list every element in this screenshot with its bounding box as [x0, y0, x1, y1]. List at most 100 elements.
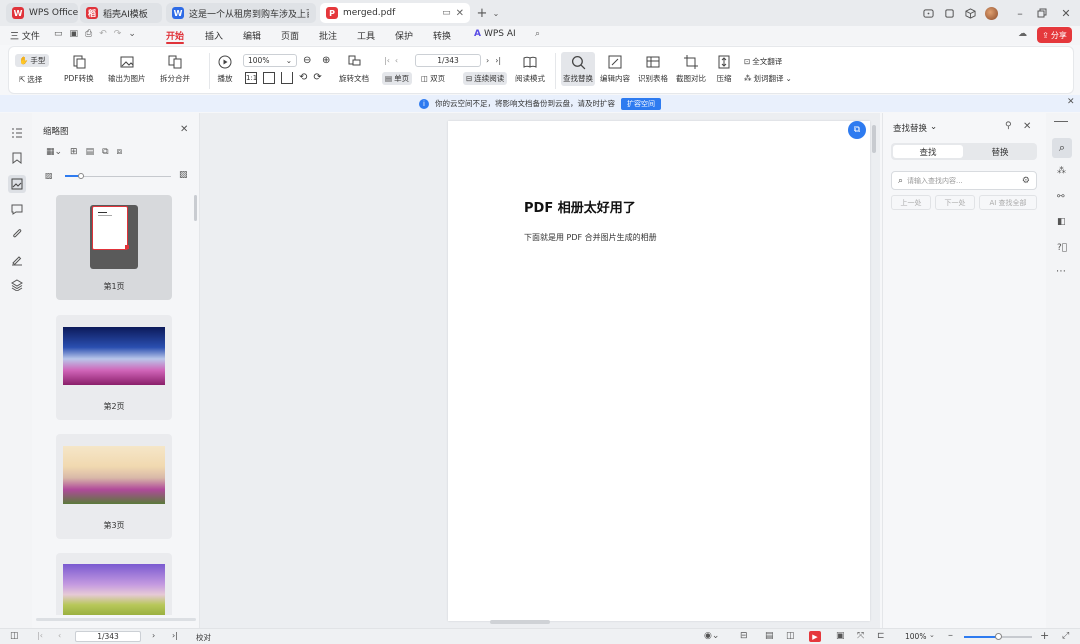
pin-icon[interactable]: ⚲	[1005, 121, 1012, 131]
play-button[interactable]: 播放	[216, 53, 234, 84]
split-merge-button[interactable]: 拆分合并	[160, 53, 190, 84]
find-next-button[interactable]: 下一处	[935, 195, 975, 210]
first-page-icon[interactable]: |‹	[384, 56, 390, 65]
proofread-label[interactable]: 校对	[196, 632, 211, 643]
search-icon[interactable]: ⌕	[535, 29, 540, 39]
cloud-icon[interactable]: ☁	[1018, 29, 1027, 39]
help-icon[interactable]: ?⃝	[1057, 243, 1067, 253]
full-translate-button[interactable]: ⊡ 全文翻译	[744, 56, 782, 67]
zoom-slider-handle[interactable]	[995, 633, 1002, 640]
document-v-scrollbar[interactable]	[872, 125, 876, 153]
rotate-doc-button[interactable]: 旋转文档	[339, 53, 369, 84]
edit-content-button[interactable]: 编辑内容	[600, 53, 630, 84]
menu-wps-ai[interactable]: A WPS AI	[474, 29, 516, 39]
thumbnail-icon[interactable]	[8, 175, 26, 193]
menu-annotate[interactable]: 批注	[319, 29, 337, 42]
document-h-scrollbar[interactable]	[490, 620, 550, 624]
play-icon[interactable]: ▶	[809, 631, 821, 642]
dropdown-icon[interactable]: ⌄	[128, 29, 136, 39]
adjust-icon[interactable]: ⚯	[1057, 192, 1065, 202]
continuous-read-button[interactable]: ⊟ 连续阅读	[463, 72, 508, 85]
find-replace-button[interactable]: 查找替换	[561, 52, 595, 86]
avatar[interactable]	[983, 5, 999, 21]
fit-width-icon[interactable]: ⊟	[740, 631, 748, 641]
zoom-in-icon[interactable]: +	[1040, 629, 1049, 642]
translate-icon[interactable]: ⁂	[1057, 166, 1066, 176]
undo-icon[interactable]: ↶	[99, 29, 107, 39]
word-translate-button[interactable]: ⁂ 划词翻译 ⌄	[744, 73, 792, 84]
zoom-in-icon[interactable]: ⊕	[322, 55, 330, 66]
menu-page[interactable]: 页面	[281, 29, 299, 42]
share-button[interactable]: ⇪ 分享	[1037, 27, 1072, 43]
restore-icon[interactable]	[1034, 5, 1050, 21]
zoom-out-icon[interactable]: –	[948, 630, 953, 641]
hand-tool-button[interactable]: ✋ 手型	[15, 54, 50, 67]
menu-edit[interactable]: 编辑	[243, 29, 261, 42]
close-notice-icon[interactable]: ✕	[1067, 97, 1075, 107]
tab-docer[interactable]: 稻 稻壳AI模板	[80, 3, 162, 23]
sidebar-toggle-icon[interactable]: ◫	[10, 631, 19, 641]
next-page-icon[interactable]: ›	[152, 631, 155, 640]
last-page-icon[interactable]: ›|	[172, 631, 178, 640]
rotate-left-icon[interactable]: ⟲	[299, 72, 307, 84]
status-zoom[interactable]: 100%	[905, 632, 926, 641]
menu-protect[interactable]: 保护	[395, 29, 413, 42]
tab-replace[interactable]: 替换	[965, 145, 1035, 158]
slider-handle[interactable]	[78, 173, 84, 179]
next-page-icon[interactable]: ›	[486, 56, 489, 65]
status-page-input[interactable]: 1/343	[75, 631, 141, 642]
message-icon[interactable]	[920, 5, 936, 21]
monitor-icon[interactable]: ▭	[442, 8, 451, 18]
chevron-down-icon[interactable]: ⌄	[488, 5, 504, 21]
expand-icon[interactable]: ⤢	[1062, 631, 1069, 641]
more-icon[interactable]: ⋯	[1056, 266, 1066, 277]
menu-home[interactable]: 开始	[166, 29, 184, 42]
comment-icon[interactable]	[9, 201, 25, 217]
single-page-icon[interactable]: ▤	[765, 631, 774, 641]
find-all-button[interactable]: AI 查找全部	[979, 195, 1037, 210]
grid-view-icon[interactable]: ▦⌄	[46, 147, 62, 157]
cube-icon[interactable]	[962, 5, 978, 21]
close-window-icon[interactable]: ✕	[1058, 5, 1074, 21]
chevron-down-icon[interactable]: ⌄	[929, 631, 935, 639]
find-panel-header[interactable]: 查找替换 ⌄	[893, 122, 937, 134]
redo-icon[interactable]: ↷	[114, 29, 122, 39]
tab-merged-pdf[interactable]: P merged.pdf ▭ ✕	[320, 3, 470, 23]
attachment-icon[interactable]	[9, 226, 25, 242]
search-icon[interactable]: ⌕	[1052, 138, 1072, 158]
prev-page-icon[interactable]: ‹	[58, 631, 61, 640]
layers-icon[interactable]	[9, 277, 25, 293]
fit-page-icon[interactable]: ▣	[836, 631, 845, 641]
extract-page-icon[interactable]: ▤	[86, 147, 95, 157]
prev-page-icon[interactable]: ‹	[395, 56, 398, 65]
window-icon[interactable]	[941, 5, 957, 21]
double-page-icon[interactable]: ◫	[786, 631, 795, 641]
last-page-icon[interactable]: ›|	[495, 56, 501, 65]
minimize-icon[interactable]: –	[1012, 5, 1028, 21]
print-icon[interactable]: ⎙	[85, 29, 92, 39]
rotate-right-icon[interactable]: ⟳	[313, 72, 321, 84]
fit-icon[interactable]: ⊏	[877, 631, 885, 641]
first-page-icon[interactable]: |‹	[37, 631, 43, 640]
zoom-select[interactable]: 100% ⌄	[243, 54, 297, 67]
ai-assistant-icon[interactable]: ⧉	[848, 121, 866, 139]
collapse-icon[interactable]	[1054, 121, 1068, 122]
zoom-out-icon[interactable]: ⊖	[303, 55, 311, 66]
tab-word-doc[interactable]: W 这是一个从租房到购车涉及上百行业	[166, 3, 316, 23]
eye-icon[interactable]: ◉⌄	[704, 631, 719, 641]
tab-wps-office[interactable]: W WPS Office	[6, 3, 78, 23]
outline-icon[interactable]	[9, 125, 25, 141]
find-prev-button[interactable]: 上一处	[891, 195, 931, 210]
insert-page-icon[interactable]: ⊞	[70, 147, 78, 157]
read-mode-button[interactable]: 阅读模式	[515, 53, 545, 84]
compress-button[interactable]: 压缩	[715, 53, 733, 84]
thumbnail-page-2[interactable]: 第2页	[56, 315, 172, 420]
compare-icon[interactable]: ◧	[1057, 217, 1066, 227]
close-panel-icon[interactable]: ✕	[180, 124, 188, 135]
thumbnail-page-1[interactable]: 第1页	[56, 195, 172, 300]
actual-size-icon[interactable]: 1:1	[245, 72, 257, 84]
close-panel-icon[interactable]: ✕	[1023, 121, 1031, 132]
fit-width-icon[interactable]	[281, 72, 293, 84]
thumbnail-size-slider[interactable]: ▨ ▨	[45, 170, 188, 181]
export-image-button[interactable]: 输出为图片	[108, 53, 146, 84]
